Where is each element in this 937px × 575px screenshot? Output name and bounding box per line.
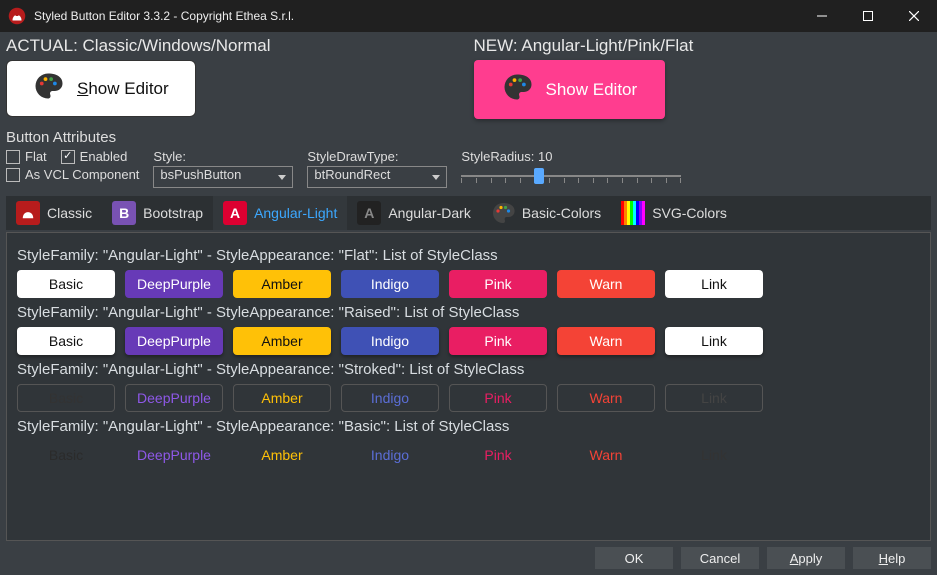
raised-deeppurple-button[interactable]: DeepPurple <box>125 327 223 355</box>
group-basic-header: StyleFamily: "Angular-Light" - StyleAppe… <box>17 418 920 435</box>
maximize-button[interactable] <box>845 0 891 32</box>
basic-basic-button[interactable]: Basic <box>17 441 115 469</box>
raised-warn-button[interactable]: Warn <box>557 327 655 355</box>
drawtype-dropdown[interactable]: btRoundRect <box>307 166 447 188</box>
app-helmet-icon <box>8 7 26 25</box>
group-stroked-header: StyleFamily: "Angular-Light" - StyleAppe… <box>17 361 920 378</box>
drawtype-label: StyleDrawType: <box>307 149 447 164</box>
flat-amber-button[interactable]: Amber <box>233 270 331 298</box>
help-button[interactable]: Help <box>853 547 931 569</box>
title-bar: Styled Button Editor 3.3.2 - Copyright E… <box>0 0 937 32</box>
stroked-basic-button[interactable]: Basic <box>17 384 115 412</box>
stroked-indigo-button[interactable]: Indigo <box>341 384 439 412</box>
actual-show-editor-button[interactable]: Show Editor <box>6 60 196 117</box>
stroked-link-button[interactable]: Link <box>665 384 763 412</box>
bootstrap-icon: B <box>112 201 136 225</box>
minimize-button[interactable] <box>799 0 845 32</box>
actual-button-label: Show Editor <box>77 79 169 99</box>
raised-pink-button[interactable]: Pink <box>449 327 547 355</box>
basic-link-button[interactable]: Link <box>665 441 763 469</box>
basic-indigo-button[interactable]: Indigo <box>341 441 439 469</box>
enabled-checkbox[interactable]: Enabled <box>61 149 128 164</box>
radius-label: StyleRadius: 10 <box>461 149 681 164</box>
cancel-button[interactable]: Cancel <box>681 547 759 569</box>
new-show-editor-button[interactable]: Show Editor <box>474 60 666 119</box>
style-dropdown[interactable]: bsPushButton <box>153 166 293 188</box>
button-attributes-section: Button Attributes Flat Enabled As VCL Co… <box>6 129 931 188</box>
preview-row: ACTUAL: Classic/Windows/Normal Show Edit… <box>6 36 931 119</box>
actual-label: ACTUAL: Classic/Windows/Normal <box>6 36 464 56</box>
tab-classic[interactable]: Classic <box>6 196 102 230</box>
raised-link-button[interactable]: Link <box>665 327 763 355</box>
flat-basic-button[interactable]: Basic <box>17 270 115 298</box>
stroked-deeppurple-button[interactable]: DeepPurple <box>125 384 223 412</box>
flat-warn-button[interactable]: Warn <box>557 270 655 298</box>
style-label: Style: <box>153 149 293 164</box>
flat-deeppurple-button[interactable]: DeepPurple <box>125 270 223 298</box>
raised-basic-button[interactable]: Basic <box>17 327 115 355</box>
new-button-label: Show Editor <box>546 80 638 100</box>
raised-amber-button[interactable]: Amber <box>233 327 331 355</box>
tab-basic-colors[interactable]: Basic-Colors <box>481 196 611 230</box>
stroked-amber-button[interactable]: Amber <box>233 384 331 412</box>
stroked-warn-button[interactable]: Warn <box>557 384 655 412</box>
flat-pink-button[interactable]: Pink <box>449 270 547 298</box>
svg-colors-icon <box>621 201 645 225</box>
palette-colors-icon <box>491 201 515 225</box>
new-label: NEW: Angular-Light/Pink/Flat <box>474 36 932 56</box>
group-flat-header: StyleFamily: "Angular-Light" - StyleAppe… <box>17 247 920 264</box>
stroked-pink-button[interactable]: Pink <box>449 384 547 412</box>
dialog-footer: OK Cancel Apply Help <box>6 547 931 569</box>
basic-pink-button[interactable]: Pink <box>449 441 547 469</box>
flat-indigo-button[interactable]: Indigo <box>341 270 439 298</box>
basic-deeppurple-button[interactable]: DeepPurple <box>125 441 223 469</box>
tab-angular-dark[interactable]: A Angular-Dark <box>347 196 480 230</box>
family-tabs: Classic B Bootstrap A Angular-Light A An… <box>6 196 931 230</box>
classic-helmet-icon <box>16 201 40 225</box>
attributes-title: Button Attributes <box>6 129 931 146</box>
tab-svg-colors[interactable]: SVG-Colors <box>611 196 737 230</box>
close-button[interactable] <box>891 0 937 32</box>
ok-button[interactable]: OK <box>595 547 673 569</box>
window-title: Styled Button Editor 3.3.2 - Copyright E… <box>34 9 799 23</box>
apply-button[interactable]: Apply <box>767 547 845 569</box>
flat-checkbox[interactable]: Flat <box>6 149 47 164</box>
radius-slider[interactable] <box>461 166 681 186</box>
flat-link-button[interactable]: Link <box>665 270 763 298</box>
raised-indigo-button[interactable]: Indigo <box>341 327 439 355</box>
angular-icon: A <box>223 201 247 225</box>
angular-dark-icon: A <box>357 201 381 225</box>
group-raised-header: StyleFamily: "Angular-Light" - StyleAppe… <box>17 304 920 321</box>
tab-angular-light[interactable]: A Angular-Light <box>213 196 347 230</box>
style-class-panel: StyleFamily: "Angular-Light" - StyleAppe… <box>6 232 931 541</box>
basic-amber-button[interactable]: Amber <box>233 441 331 469</box>
as-vcl-checkbox[interactable]: As VCL Component <box>6 167 139 182</box>
palette-icon <box>33 71 63 106</box>
palette-icon <box>502 72 532 107</box>
basic-warn-button[interactable]: Warn <box>557 441 655 469</box>
tab-bootstrap[interactable]: B Bootstrap <box>102 196 213 230</box>
